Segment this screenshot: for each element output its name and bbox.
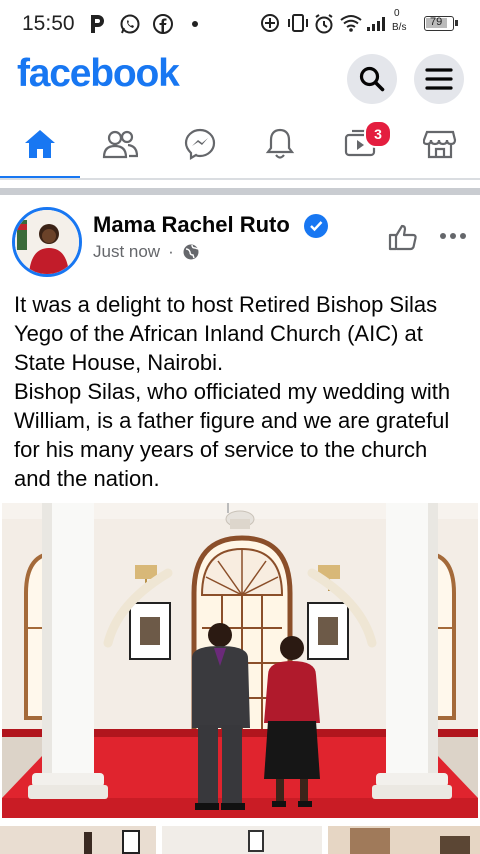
globe-icon bbox=[183, 244, 199, 260]
post-options-button[interactable] bbox=[438, 228, 468, 249]
like-page-button[interactable] bbox=[386, 222, 420, 257]
post-timestamp[interactable]: Just now bbox=[93, 242, 160, 262]
thumbnail-3[interactable] bbox=[162, 826, 322, 854]
post-photo[interactable] bbox=[2, 503, 478, 818]
thumbnail-2[interactable] bbox=[0, 826, 156, 854]
search-button[interactable] bbox=[347, 54, 397, 104]
tab-notifications[interactable] bbox=[240, 112, 320, 176]
meta-separator: · bbox=[168, 242, 174, 261]
cellular-signal-icon bbox=[367, 17, 385, 31]
post-paragraph-1: It was a delight to host Retired Bishop … bbox=[14, 292, 438, 375]
status-time: 15:50 bbox=[22, 12, 75, 35]
facebook-notification-icon bbox=[153, 14, 173, 34]
data-speed-value: 0 bbox=[394, 8, 400, 19]
feed-separator bbox=[0, 188, 480, 195]
post-paragraph-2: Bishop Silas, who officiated my wedding … bbox=[14, 379, 451, 491]
vibrate-icon bbox=[288, 14, 308, 32]
battery-level: 79 bbox=[430, 16, 443, 28]
menu-icon bbox=[425, 68, 453, 90]
whatsapp-icon bbox=[120, 14, 140, 34]
post-photo-thumbnails bbox=[0, 826, 480, 854]
alarm-icon bbox=[315, 14, 333, 34]
wifi-icon bbox=[340, 15, 362, 32]
thumbs-up-icon bbox=[388, 224, 417, 251]
video-notification-badge: 3 bbox=[364, 120, 392, 148]
messenger-icon bbox=[184, 128, 216, 160]
more-notifications-dot-icon bbox=[192, 21, 198, 27]
tab-marketplace[interactable] bbox=[400, 112, 480, 176]
app-header: facebook bbox=[0, 48, 480, 110]
status-bar: 15:50 0 B/s 79 bbox=[0, 0, 480, 48]
tab-video[interactable]: 3 bbox=[320, 112, 400, 176]
avatar-photo bbox=[15, 210, 79, 274]
post-author-name[interactable]: Mama Rachel Ruto bbox=[93, 212, 290, 238]
notifications-icon bbox=[265, 128, 295, 159]
data-saver-icon bbox=[261, 14, 279, 32]
verified-badge-icon bbox=[304, 214, 328, 238]
more-options-icon bbox=[440, 233, 466, 239]
tab-messenger[interactable] bbox=[160, 112, 240, 176]
post-text: It was a delight to host Retired Bishop … bbox=[14, 290, 470, 493]
thumbnail-4[interactable] bbox=[328, 826, 480, 854]
battery-icon: 79 bbox=[424, 16, 458, 31]
navigation-tabs: 3 bbox=[0, 112, 480, 176]
facebook-logo[interactable]: facebook bbox=[17, 52, 180, 96]
post-meta: Just now · bbox=[93, 242, 200, 262]
header-divider bbox=[0, 178, 480, 180]
home-icon bbox=[25, 130, 55, 158]
friends-icon bbox=[102, 130, 138, 159]
parking-app-icon bbox=[91, 15, 104, 33]
tab-friends[interactable] bbox=[80, 112, 160, 176]
data-speed-unit: B/s bbox=[392, 22, 407, 33]
search-icon bbox=[359, 66, 385, 92]
tab-home[interactable] bbox=[0, 112, 80, 176]
menu-button[interactable] bbox=[414, 54, 464, 104]
author-avatar[interactable] bbox=[12, 207, 82, 277]
marketplace-icon bbox=[423, 130, 457, 159]
